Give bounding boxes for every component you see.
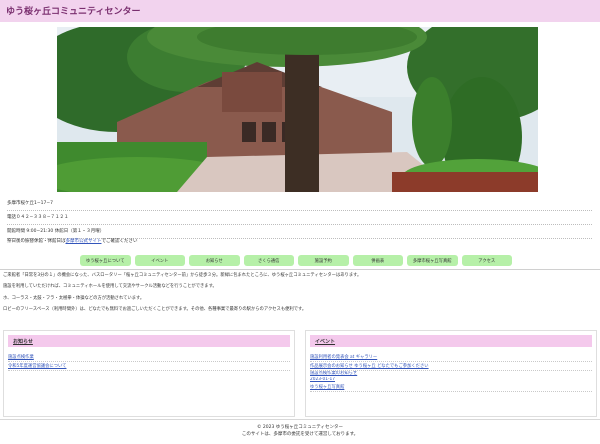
- nav-schedule[interactable]: 併画表: [352, 255, 403, 266]
- city-site-link[interactable]: 多摩市公式サイト: [66, 239, 102, 244]
- tel-line: 電話０４２−３３８−７１２１: [7, 211, 592, 225]
- description-line: ご来館者「日常を3分の１」の機会になった、バスロータリー「桜ヶ丘コミュニティセン…: [3, 273, 362, 278]
- description-line: 施設を利用していただければ、コミュニティホールを使用して交流やサークル活動などを…: [3, 284, 217, 289]
- nav-photo-gallery[interactable]: 多摩市桜ヶ丘写真館: [407, 255, 458, 266]
- events-panel: イベント 施設利用者の発表会 at ギャラリー 作品展示会のお知らせ ゆう桜ヶ丘…: [305, 330, 597, 417]
- event-item[interactable]: 作品展示会のお知らせ ゆう桜ヶ丘 どなたでもご参加ください: [310, 362, 592, 371]
- site-header: ゆう桜ヶ丘コミュニティセンター: [0, 0, 600, 22]
- nav-access[interactable]: アクセス: [461, 255, 512, 266]
- holiday-line: 祭日後の振替休館・休館日は多摩市公式サイトでご確認ください: [7, 235, 592, 249]
- divider: [0, 269, 600, 270]
- holiday-prefix: 祭日後の振替休館・休館日は: [7, 239, 66, 244]
- description-line: ロビーのフリースペース（利用時間外）は、どなたでも無料でお過ごしいただくことがで…: [3, 307, 307, 312]
- events-panel-title[interactable]: イベント: [310, 335, 592, 347]
- event-item[interactable]: ゆう桜ヶ丘写真館: [310, 383, 592, 392]
- news-item[interactable]: 施設点検作業: [8, 353, 290, 362]
- news-panel-title[interactable]: お知らせ: [8, 335, 290, 347]
- copyright: © 2023 ゆう桜ヶ丘コミュニティセンター: [256, 425, 344, 430]
- site-title[interactable]: ゆう桜ヶ丘コミュニティセンター: [6, 4, 140, 17]
- event-item[interactable]: 施設利用者の発表会 at ギャラリー: [310, 353, 592, 362]
- footer-disclaimer: このサイトは、多摩市の委託を受けて運営しております。: [241, 432, 359, 437]
- news-item[interactable]: 令和5年度運営協議会について: [8, 362, 290, 371]
- holiday-suffix: でご確認ください: [101, 239, 138, 244]
- main-nav: ゆう桜ヶ丘について イベント お知らせ さくら通信 施設予約 併画表 多摩市桜ヶ…: [80, 255, 512, 266]
- nav-news[interactable]: お知らせ: [189, 255, 240, 266]
- news-panel: お知らせ 施設点検作業 令和5年度運営協議会について: [3, 330, 295, 417]
- footer-divider: [0, 419, 600, 420]
- nav-sakura-letter[interactable]: さくら通信: [243, 255, 294, 266]
- address-line: 多摩市桜ケ丘1−17−7: [7, 197, 592, 211]
- nav-reservation[interactable]: 施設予約: [298, 255, 349, 266]
- nav-events[interactable]: イベント: [134, 255, 185, 266]
- nav-about[interactable]: ゆう桜ヶ丘について: [80, 255, 131, 266]
- description-line: ホ、コーラス・太鼓・フラ・太極拳・体操などの方が活動されています。: [3, 296, 145, 301]
- hero-image: [57, 27, 538, 192]
